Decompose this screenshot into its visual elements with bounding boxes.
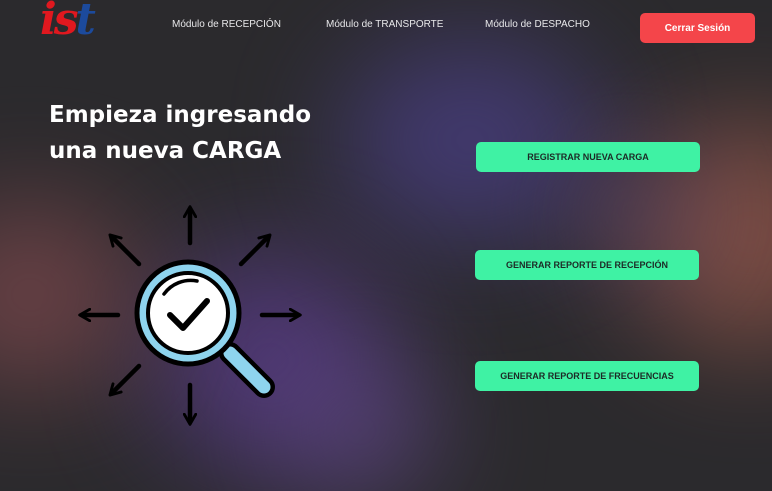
- logo-text-red: is: [40, 0, 78, 45]
- logo-text-blue: t: [75, 0, 96, 45]
- register-new-load-button[interactable]: REGISTRAR NUEVA CARGA: [476, 142, 700, 172]
- logo-wordmark: ist: [40, 0, 96, 45]
- top-navbar: ist Módulo de RECEPCIÓN Módulo de TRANSP…: [0, 0, 772, 56]
- hero-headline: Empieza ingresando una nueva CARGA: [49, 97, 379, 169]
- nav-link-transporte[interactable]: Módulo de TRANSPORTE: [326, 19, 443, 30]
- logout-button[interactable]: Cerrar Sesión: [640, 13, 755, 43]
- brand-logo[interactable]: ist: [40, 0, 110, 54]
- hero-headline-line1: Empieza ingresando: [49, 102, 312, 128]
- magnifier-checkmark-arrows-icon: [78, 203, 303, 428]
- nav-link-despacho[interactable]: Módulo de DESPACHO: [485, 19, 590, 30]
- generate-frequency-report-button[interactable]: GENERAR REPORTE DE FRECUENCIAS: [475, 361, 699, 391]
- generate-reception-report-button[interactable]: GENERAR REPORTE DE RECEPCIÓN: [475, 250, 699, 280]
- hero-headline-line2: una nueva CARGA: [49, 138, 282, 164]
- nav-link-recepcion[interactable]: Módulo de RECEPCIÓN: [172, 19, 281, 30]
